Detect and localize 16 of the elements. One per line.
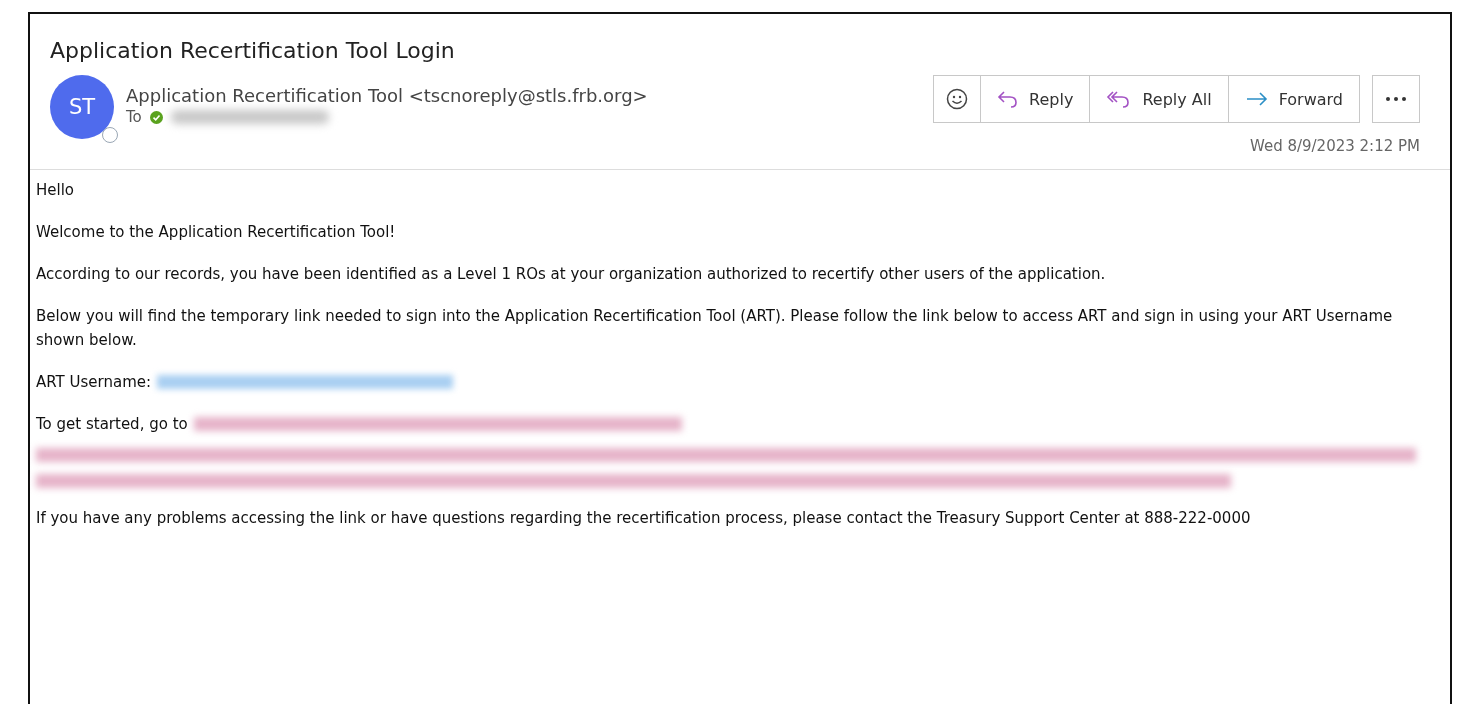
paragraph-text: Below you will find the temporary link needed to sign into the Application Recertification Tool (ART). Please follow the link below to access ART and sign in using your ART Username shown below. bbox=[36, 306, 1394, 351]
sent-date: Wed 8/9/2023 2:12 PM bbox=[1249, 137, 1420, 155]
paragraph-text: Welcome to the Application Recertification Tool! bbox=[36, 222, 397, 243]
paragraph-text: According to our records, you have been identified as a Level 1 ROs at your organization authorized to recertify other users of the application. bbox=[36, 264, 1107, 285]
username-label: ART Username: bbox=[36, 372, 152, 393]
closing-text: If you have any problems accessing the link or have questions regarding the recertification process, please contact the Treasury Support Center at 888-222-0000 bbox=[36, 508, 1252, 529]
greeting-text: Hello bbox=[36, 180, 76, 201]
check-circle-icon bbox=[149, 110, 163, 124]
to-label: To bbox=[126, 108, 142, 126]
start-text: To get started, go to bbox=[36, 414, 188, 435]
reply-icon bbox=[997, 89, 1020, 109]
smiley-icon bbox=[946, 88, 969, 110]
more-icon bbox=[1386, 97, 1406, 101]
email-subject: Application Recertification Tool Login bbox=[50, 38, 456, 63]
sender-name: Application Recertification Tool <tscnoreply@stls.frb.org> bbox=[126, 85, 648, 106]
forward-icon bbox=[1244, 91, 1269, 107]
